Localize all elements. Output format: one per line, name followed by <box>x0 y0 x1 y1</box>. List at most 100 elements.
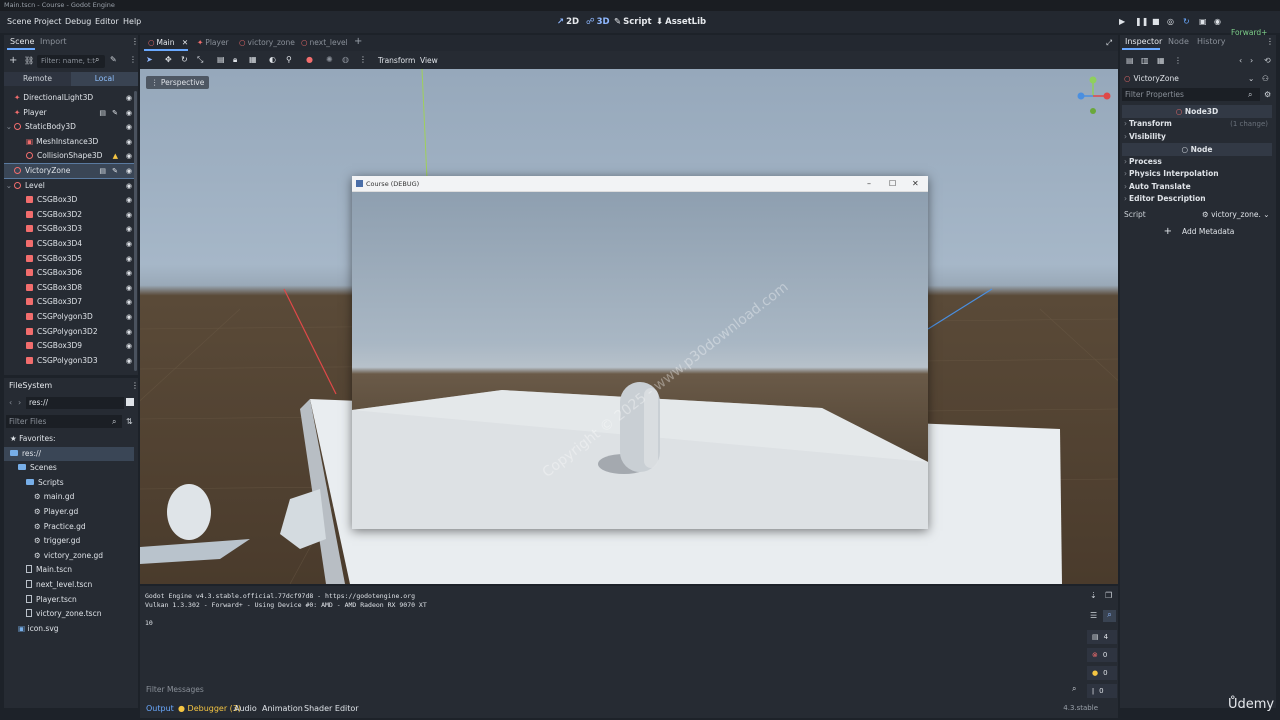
menu-project[interactable]: Project <box>34 17 61 26</box>
tab-output[interactable]: Output <box>146 704 174 713</box>
stop-icon[interactable]: ■ <box>1152 17 1160 26</box>
tree-item[interactable]: CSGBox3D8 ◉ <box>4 281 134 295</box>
prop-process[interactable]: › Process <box>1124 156 1274 168</box>
tree-item[interactable]: CSGBox3D2 ◉ <box>4 208 134 222</box>
menu-scene[interactable]: Scene <box>7 17 31 26</box>
link-icon[interactable]: ⛓ <box>24 56 34 65</box>
fs-item[interactable]: ⚙ main.gd <box>4 490 134 504</box>
sun-preview-icon[interactable]: ● <box>306 55 313 64</box>
layout-toggle-icon[interactable] <box>126 398 134 406</box>
visibility-eye-icon[interactable]: ◉ <box>126 325 132 339</box>
fs-item[interactable]: ⚙ trigger.gd <box>4 534 134 548</box>
history-back-icon[interactable]: ‹ <box>1239 56 1242 65</box>
menu-debug[interactable]: Debug <box>65 17 91 26</box>
script-icon[interactable]: ✎ <box>112 106 118 120</box>
fs-item[interactable]: Scripts <box>4 476 134 490</box>
menu-help[interactable]: Help <box>123 17 141 26</box>
minimize-icon[interactable]: – <box>867 179 871 188</box>
group-icon[interactable]: ▦ <box>249 55 257 64</box>
fs-item[interactable]: res:// <box>4 446 134 461</box>
fs-item[interactable]: ⚙ Player.gd <box>4 505 134 519</box>
fs-item[interactable]: Scenes <box>4 461 134 475</box>
fs-menu-icon[interactable]: ⋮ <box>131 381 139 390</box>
visibility-eye-icon[interactable]: ◉ <box>126 106 132 120</box>
prop-physics-interpolation[interactable]: › Physics Interpolation <box>1124 168 1274 180</box>
resource-options-icon[interactable]: ⋮ <box>1174 56 1182 65</box>
warning-icon[interactable]: ▲ <box>113 149 118 163</box>
tab-node[interactable]: Node <box>1168 37 1189 46</box>
tree-item[interactable]: ✦ Player ▤ ✎ ◉ <box>4 106 134 120</box>
fs-sort-icon[interactable]: ⇅ <box>126 417 133 426</box>
visibility-eye-icon[interactable]: ◉ <box>126 339 132 353</box>
select-tool-icon[interactable]: ➤ <box>146 55 153 64</box>
visibility-eye-icon[interactable]: ◉ <box>126 281 132 295</box>
tab-main[interactable]: ○ Main ✕ <box>148 38 188 47</box>
tab-player[interactable]: ✦ Player <box>197 38 229 47</box>
fs-item[interactable]: next_level.tscn <box>4 578 134 592</box>
tab-import[interactable]: Import <box>40 37 67 46</box>
fs-filter-input[interactable]: Filter Files <box>6 415 122 428</box>
scene-tree-scrollbar[interactable] <box>134 91 137 371</box>
fs-item[interactable]: Main.tscn <box>4 563 134 577</box>
error-counter[interactable]: ⊗ 0 <box>1087 648 1117 662</box>
tab-shader-editor[interactable]: Shader Editor <box>304 704 359 713</box>
inspected-object[interactable]: ○ VictoryZone ⌄ ⚇ <box>1124 72 1274 85</box>
script-icon[interactable]: ✎ <box>112 164 118 178</box>
warning-counter[interactable]: ● 0 <box>1087 666 1117 680</box>
workspace-assetlib-button[interactable]: ⬇ AssetLib <box>656 17 706 27</box>
reload-icon[interactable]: ↻ <box>1183 17 1190 26</box>
debug-window-titlebar[interactable]: Course (DEBUG) – ☐ ✕ <box>352 176 928 192</box>
remote-button[interactable]: Remote <box>4 72 71 86</box>
workspace-2d-button[interactable]: ↗ 2D <box>557 17 579 27</box>
tree-item[interactable]: ⌄ Level ◉ <box>4 179 134 193</box>
tab-victory-zone[interactable]: ○ victory_zone <box>239 38 295 47</box>
tree-item[interactable]: CSGPolygon3D ◉ <box>4 310 134 324</box>
visibility-eye-icon[interactable]: ◉ <box>126 252 132 266</box>
scene-options-icon[interactable]: ⋮ <box>129 55 137 64</box>
history-forward-icon[interactable]: › <box>1250 56 1253 65</box>
menu-editor[interactable]: Editor <box>95 17 119 26</box>
list-select-icon[interactable]: ▤ <box>217 55 225 64</box>
tree-item[interactable]: CSGBox3D3 ◉ <box>4 222 134 236</box>
local-space-icon[interactable]: ◐ <box>269 55 276 64</box>
copy-output-icon[interactable]: ❐ <box>1105 591 1112 600</box>
tab-animation[interactable]: Animation <box>262 704 303 713</box>
visibility-eye-icon[interactable]: ◉ <box>126 179 132 193</box>
prop-transform[interactable]: › Transform (1 change) <box>1124 118 1274 130</box>
tree-item[interactable]: ✦ DirectionalLight3D ◉ <box>4 91 134 105</box>
view-gizmo[interactable] <box>1077 75 1111 115</box>
tree-item[interactable]: CSGBox3D4 ◉ <box>4 237 134 251</box>
tree-item[interactable]: CSGBox3D7 ◉ <box>4 295 134 309</box>
tree-item[interactable]: CSGBox3D9 ◉ <box>4 339 134 353</box>
rotate-tool-icon[interactable]: ↻ <box>181 55 188 64</box>
tree-item[interactable]: CollisionShape3D ▲ ◉ <box>4 149 134 163</box>
fs-item[interactable]: ⚙ Practice.gd <box>4 520 134 534</box>
scale-tool-icon[interactable]: ⤡ <box>197 55 203 65</box>
inspector-menu-icon[interactable]: ⋮ <box>1266 37 1274 46</box>
distraction-free-icon[interactable]: ⤢ <box>1106 38 1112 48</box>
view-menu[interactable]: View <box>420 56 438 65</box>
local-button[interactable]: Local <box>71 72 138 86</box>
environment-preview-icon[interactable]: ✺ <box>326 55 333 64</box>
visibility-eye-icon[interactable]: ◉ <box>126 193 132 207</box>
visibility-eye-icon[interactable]: ◉ <box>126 135 132 149</box>
pause-icon[interactable]: ❚❚ <box>1135 17 1148 26</box>
tree-item[interactable]: CSGBox3D ◉ <box>4 193 134 207</box>
open-resource-icon[interactable]: ▥ <box>1141 56 1149 65</box>
visibility-eye-icon[interactable]: ◉ <box>126 295 132 309</box>
prop-editor-description[interactable]: › Editor Description <box>1124 193 1274 205</box>
tab-inspector[interactable]: Inspector <box>1125 37 1162 46</box>
add-metadata-button[interactable]: + Add Metadata <box>1124 225 1274 239</box>
visibility-eye-icon[interactable]: ◉ <box>126 237 132 251</box>
tab-next-level[interactable]: ○ next_level <box>301 38 348 47</box>
tab-history[interactable]: History <box>1197 37 1225 46</box>
move-tool-icon[interactable]: ✥ <box>165 55 172 64</box>
visibility-eye-icon[interactable]: ◉ <box>126 164 132 178</box>
fs-path-input[interactable]: res:// <box>26 397 124 409</box>
clear-output-icon[interactable]: ⇣ <box>1090 591 1097 600</box>
close-icon[interactable]: ✕ <box>182 38 188 47</box>
filter-messages-input[interactable]: Filter Messages <box>142 683 1082 697</box>
object-history-icon[interactable]: ⟲ <box>1264 56 1271 65</box>
tab-debugger[interactable]: ● Debugger (3) <box>178 704 241 713</box>
filter-list-icon[interactable]: ☰ <box>1090 611 1097 620</box>
